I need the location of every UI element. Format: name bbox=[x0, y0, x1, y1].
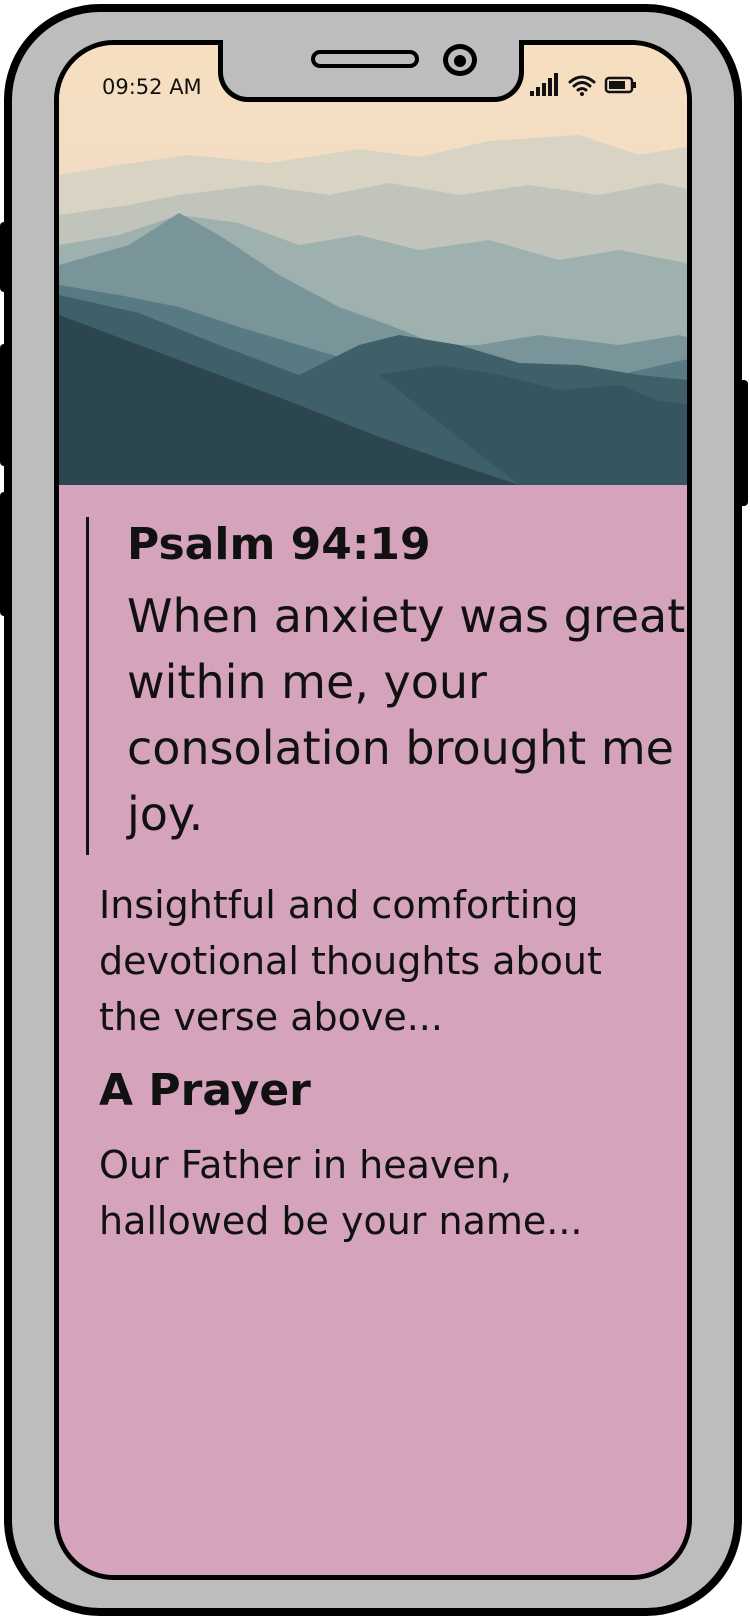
volume-down-button bbox=[0, 492, 8, 616]
volume-up-button bbox=[0, 344, 8, 466]
status-icons bbox=[530, 70, 640, 100]
prayer-text: Our Father in heaven, hallowed be your n… bbox=[99, 1143, 583, 1243]
signal-icon bbox=[530, 73, 558, 96]
devotional-text: Insightful and comforting devotional tho… bbox=[99, 883, 602, 1039]
verse-text: When anxiety was great within me, your c… bbox=[127, 589, 686, 841]
devotional-content: Psalm 94:19 When anxiety was great withi… bbox=[59, 485, 687, 1575]
prayer-heading: A Prayer bbox=[99, 1065, 311, 1116]
phone-notch bbox=[218, 40, 524, 102]
front-camera bbox=[443, 44, 477, 76]
wifi-icon bbox=[568, 75, 596, 96]
mountain-landscape-image bbox=[59, 45, 687, 485]
verse-quote-block: Psalm 94:19 When anxiety was great withi… bbox=[86, 517, 687, 855]
verse-reference: Psalm 94:19 bbox=[127, 519, 431, 570]
status-time: 09:52 AM bbox=[102, 75, 202, 99]
battery-icon bbox=[604, 76, 636, 94]
speaker-grille bbox=[311, 50, 419, 68]
phone-screen: Psalm 94:19 When anxiety was great withi… bbox=[54, 40, 692, 1580]
power-button bbox=[738, 380, 748, 506]
hero-mountain-image bbox=[59, 45, 687, 485]
silent-switch bbox=[0, 222, 8, 292]
